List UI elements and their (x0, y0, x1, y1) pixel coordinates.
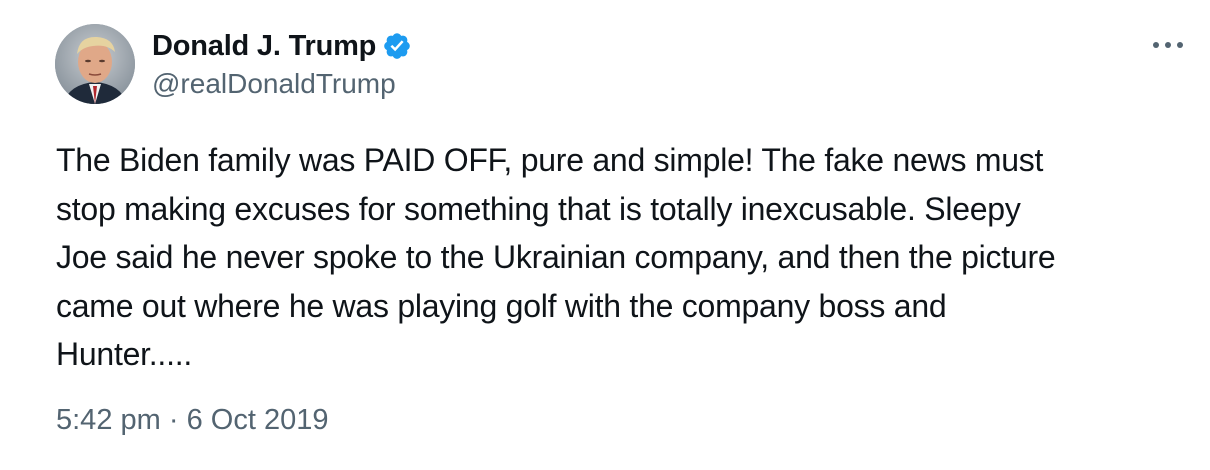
author-handle[interactable]: @realDonaldTrump (152, 68, 396, 100)
more-horizontal-icon (1153, 42, 1183, 48)
timestamp-separator: · (168, 404, 179, 436)
tweet-timestamp: 5:42 pm · 6 Oct 2019 (56, 404, 328, 437)
tweet-card: Donald J. Trump @realDonaldTrump The Bid… (0, 0, 1210, 470)
verified-badge-icon[interactable] (382, 31, 412, 61)
author-name-row: Donald J. Trump (152, 26, 412, 66)
author-display-name[interactable]: Donald J. Trump (152, 30, 376, 63)
tweet-text: The Biden family was PAID OFF, pure and … (56, 136, 1176, 379)
more-options-button[interactable] (1148, 30, 1188, 60)
tweet-text-line: The Biden family was PAID OFF, pure and … (56, 142, 1044, 178)
tweet-text-line: Hunter..... (56, 336, 192, 372)
profile-avatar[interactable] (55, 24, 135, 104)
tweet-text-line: stop making excuses for something that i… (56, 190, 1021, 227)
tweet-date[interactable]: 6 Oct 2019 (187, 404, 329, 436)
tweet-time[interactable]: 5:42 pm (56, 404, 161, 436)
tweet-text-line: came out where he was playing golf with … (56, 287, 947, 324)
tweet-text-line: Joe said he never spoke to the Ukrainian… (56, 239, 1056, 275)
